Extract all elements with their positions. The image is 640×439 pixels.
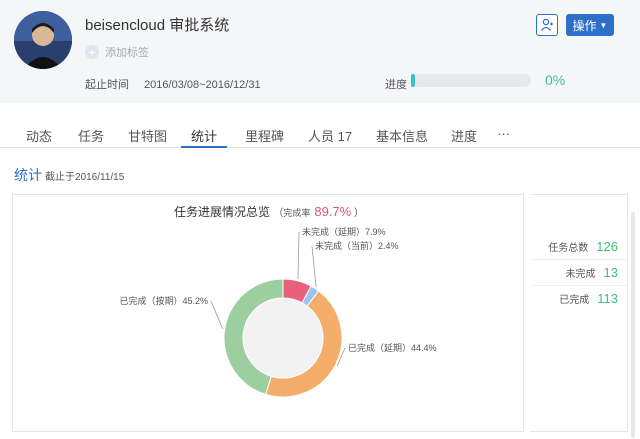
progress-bar bbox=[411, 74, 531, 87]
add-tag-label: 添加标签 bbox=[105, 47, 149, 59]
statistics-heading: 统计 截止于2016/11/15 bbox=[14, 165, 124, 185]
date-label: 起止时间 bbox=[85, 79, 129, 91]
summary-incomplete: 未完成 13 bbox=[530, 259, 628, 285]
slice-label: 已完成（按期）45.2% bbox=[119, 295, 208, 306]
add-tag-button[interactable]: 添加标签 bbox=[85, 44, 149, 60]
slice-label: 已完成（延期）44.4% bbox=[348, 342, 437, 353]
tab-tasks[interactable]: 任务 bbox=[78, 126, 104, 148]
summary-value: 126 bbox=[596, 238, 618, 254]
progress-value: 0% bbox=[545, 72, 566, 88]
date-range: 2016/03/08~2016/12/31 bbox=[144, 79, 261, 91]
tab-more[interactable]: ··· bbox=[497, 126, 510, 148]
summary-value: 113 bbox=[597, 291, 618, 306]
summary-label: 未完成 bbox=[565, 269, 596, 280]
member-button[interactable] bbox=[536, 14, 558, 36]
slice-label: 未完成（延期）7.9% bbox=[302, 226, 386, 237]
scrollbar[interactable] bbox=[631, 212, 635, 438]
summary-complete: 已完成 113 bbox=[530, 285, 628, 311]
tab-activity[interactable]: 动态 bbox=[26, 126, 52, 148]
slice-label: 未完成（当前）2.4% bbox=[315, 240, 399, 251]
tab-statistics[interactable]: 统计 bbox=[181, 126, 227, 148]
progress-fill bbox=[411, 74, 415, 87]
caret-down-icon: ▼ bbox=[599, 20, 608, 30]
date-range-row: 起止时间 2016/03/08~2016/12/31 bbox=[85, 76, 261, 92]
donut-chart: 未完成（延期）7.9% 未完成（当前）2.4% 已完成（延期）44.4% 已完成（按期… bbox=[119, 226, 437, 398]
slice-leader-line bbox=[297, 231, 300, 279]
project-title: beisencloud 审批系统 bbox=[85, 17, 230, 34]
plus-icon bbox=[85, 45, 99, 59]
slice-leader-line bbox=[210, 300, 224, 330]
tab-bar: 动态 任务 甘特图 统计 里程碑 人员 17 基本信息 进度 ··· bbox=[0, 120, 640, 148]
project-header: beisencloud 审批系统 添加标签 起止时间 2016/03/08~20… bbox=[0, 0, 640, 103]
tab-milestones[interactable]: 里程碑 bbox=[245, 126, 284, 148]
summary-label: 任务总数 bbox=[548, 242, 589, 254]
summary-label: 已完成 bbox=[559, 295, 590, 306]
tab-members[interactable]: 人员 17 bbox=[308, 126, 352, 148]
statistics-as-of: 截止于2016/11/15 bbox=[45, 172, 125, 183]
summary-value: 13 bbox=[603, 265, 618, 280]
progress-label: 进度 bbox=[385, 79, 407, 91]
statistics-title: 统计 bbox=[14, 167, 42, 183]
chart-panel: 任务进展情况总览 （完成率 89.7% ） 未完成（延期）7.9% 未完成（当前）2… bbox=[12, 194, 524, 432]
operate-label: 操作 bbox=[572, 18, 597, 33]
tab-basic-info[interactable]: 基本信息 bbox=[376, 126, 428, 148]
summary-total: 任务总数 126 bbox=[530, 233, 628, 259]
summary-panel: 任务总数 126 未完成 13 已完成 113 bbox=[530, 194, 628, 432]
avatar[interactable] bbox=[14, 11, 72, 69]
operate-button[interactable]: 操作 ▼ bbox=[566, 14, 614, 36]
slice-leader-line bbox=[311, 245, 317, 287]
user-icon bbox=[540, 18, 553, 31]
tab-gantt[interactable]: 甘特图 bbox=[128, 126, 167, 148]
tab-progress[interactable]: 进度 bbox=[451, 126, 477, 148]
